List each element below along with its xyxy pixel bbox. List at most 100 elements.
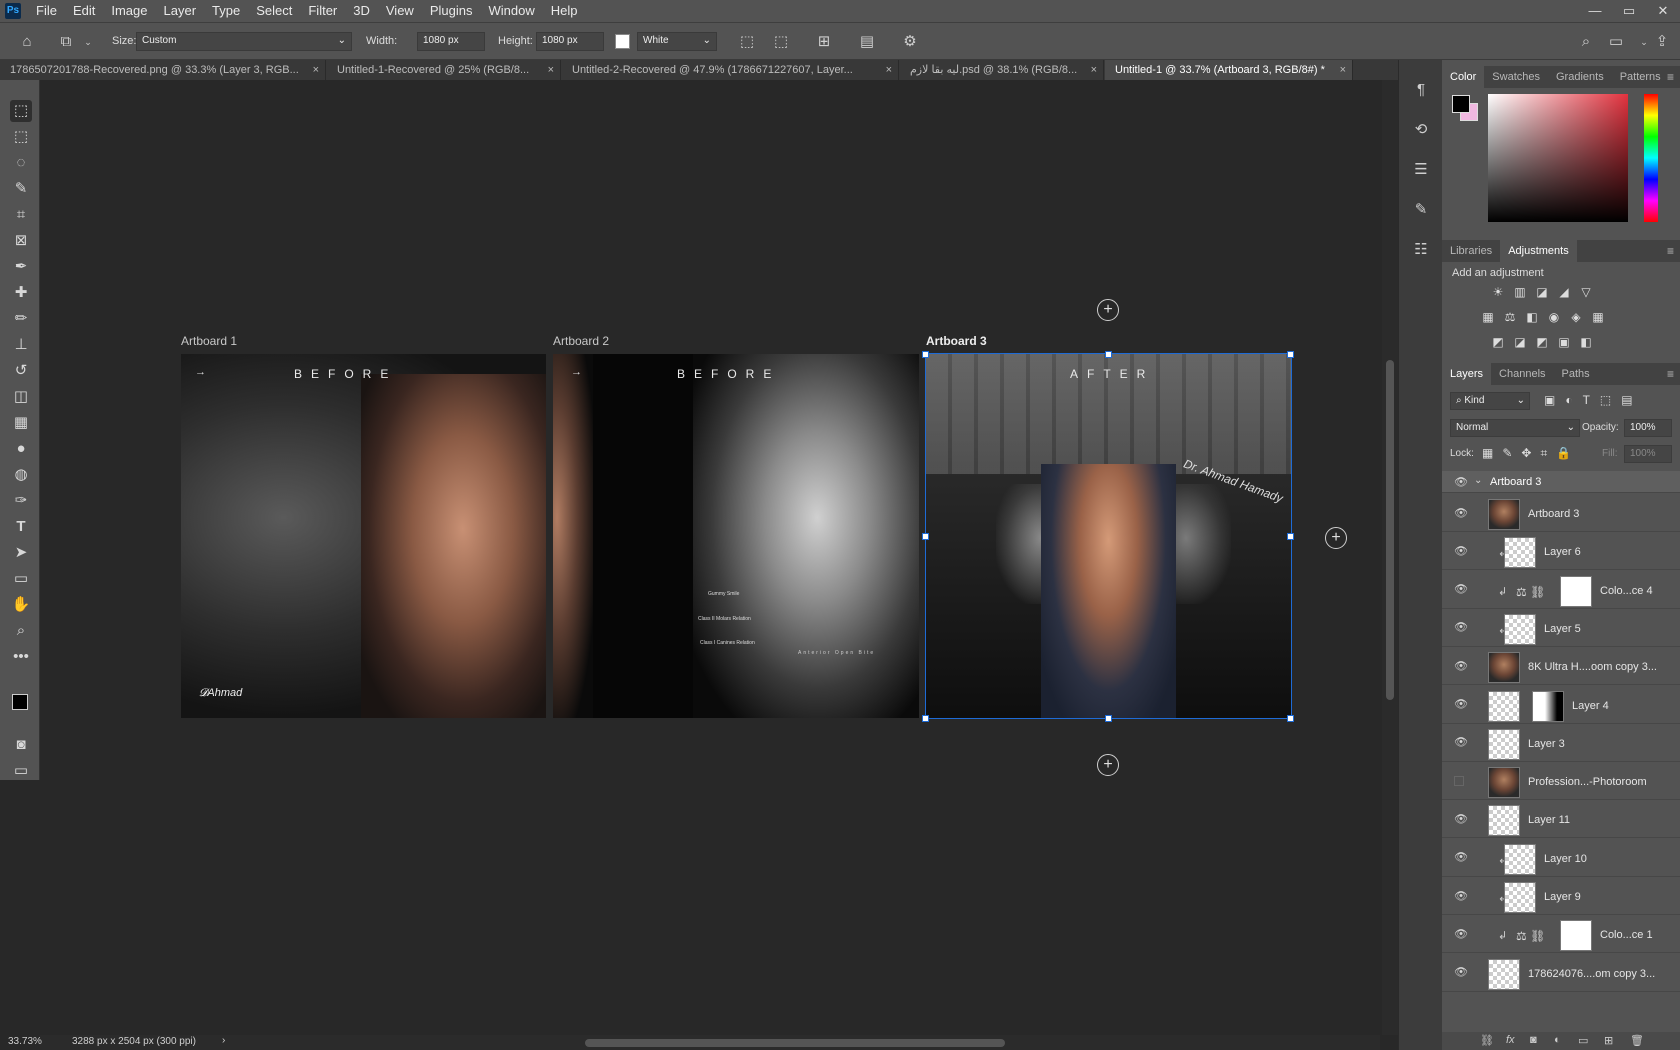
resize-handle[interactable] (1287, 533, 1294, 540)
tab-libraries[interactable]: Libraries (1442, 240, 1500, 262)
resize-handle[interactable] (1105, 715, 1112, 722)
threshold-icon[interactable]: ◩ (1534, 335, 1550, 349)
invert-icon[interactable]: ◩ (1490, 335, 1506, 349)
pen-tool-icon[interactable]: ✑ (10, 490, 32, 512)
adjust-icon[interactable]: ☷ (1411, 240, 1431, 260)
eye-icon[interactable]: 👁 (1454, 812, 1468, 825)
bg-dropdown[interactable]: White ⌄ (637, 32, 717, 51)
layer-row[interactable]: 👁 Layer 11 (1442, 800, 1680, 839)
workspace-icon[interactable]: ▭ (1606, 32, 1626, 52)
path-select-tool-icon[interactable]: ➤ (10, 542, 32, 564)
layer-row[interactable]: 👁 ↲ Layer 6 (1442, 532, 1680, 571)
vertical-scrollbar[interactable] (1382, 80, 1398, 1035)
eye-icon[interactable]: 👁 (1454, 927, 1468, 940)
layer-row[interactable]: 👁 8K Ultra H....oom copy 3... (1442, 647, 1680, 686)
zoom-tool-icon[interactable]: ⌕ (10, 620, 32, 642)
artboard-2[interactable]: → BEFORE Gummy Smile Class II Molars Rel… (553, 354, 919, 718)
panel-menu-icon[interactable]: ≡ (1667, 244, 1674, 258)
lasso-tool-icon[interactable]: ◌ (10, 152, 32, 174)
chevron-down-icon[interactable]: ⌄ (78, 32, 98, 52)
eye-icon[interactable] (1454, 775, 1464, 786)
color-balance-icon[interactable]: ⚖ (1502, 310, 1518, 324)
layer-group-artboard-3[interactable]: 👁 ⌄ Artboard 3 (1442, 471, 1680, 493)
menu-3d[interactable]: 3D (345, 0, 378, 22)
tab-paths[interactable]: Paths (1554, 363, 1598, 385)
restore-icon[interactable]: ▭ (1612, 0, 1646, 22)
chevron-right-icon[interactable]: › (222, 1035, 225, 1046)
artboard-3[interactable]: AFTER Dr. Ahmad Hamady (925, 353, 1292, 719)
close-icon[interactable]: × (313, 60, 319, 80)
layer-mask-thumbnail[interactable] (1532, 690, 1564, 722)
opacity-input[interactable]: 100% (1624, 419, 1672, 437)
artboard-tool-preset-icon[interactable]: ⧉ (56, 32, 76, 52)
menu-window[interactable]: Window (480, 0, 542, 22)
quick-mask-icon[interactable]: ◙ (10, 734, 32, 756)
filter-icons[interactable]: ▣◐T⬚▤ (1544, 393, 1643, 407)
screen-mode-icon[interactable]: ▭ (10, 760, 32, 782)
menu-edit[interactable]: Edit (65, 0, 103, 22)
add-artboard-icon[interactable]: ⊞ (814, 32, 834, 52)
exposure-icon[interactable]: ◢ (1556, 285, 1572, 299)
foreground-color-swatch[interactable] (1452, 95, 1470, 113)
document-tab[interactable]: 1786507201788-Recovered.png @ 33.3% (Lay… (0, 60, 326, 80)
panel-menu-icon[interactable]: ≡ (1667, 367, 1674, 381)
eye-icon[interactable]: 👁 (1454, 621, 1468, 634)
resize-handle[interactable] (922, 533, 929, 540)
marquee-tool-icon[interactable]: ⬚ (10, 126, 32, 148)
layer-row[interactable]: Profession...-Photoroom (1442, 762, 1680, 801)
tab-adjustments[interactable]: Adjustments (1500, 240, 1577, 262)
eye-icon[interactable]: 👁 (1454, 475, 1468, 488)
minimize-icon[interactable]: — (1578, 0, 1612, 22)
eye-icon[interactable]: 👁 (1454, 736, 1468, 749)
close-icon[interactable]: × (1340, 60, 1346, 80)
levels-icon[interactable]: ▥ (1512, 285, 1528, 299)
hue-slider[interactable] (1644, 94, 1658, 222)
layer-row[interactable]: 👁 ↲ ⚖ ⛓ Colo...ce 4 (1442, 571, 1680, 609)
search-icon[interactable]: ⌕ (1576, 32, 1596, 52)
resize-handle[interactable] (1287, 351, 1294, 358)
blend-mode-dropdown[interactable]: Normal ⌄ (1450, 419, 1580, 437)
resize-handle[interactable] (922, 715, 929, 722)
close-icon[interactable]: × (548, 60, 554, 80)
eye-icon[interactable]: 👁 (1454, 851, 1468, 864)
layer-row[interactable]: 👁 ↲ ⚖ ⛓ Colo...ce 1 (1442, 915, 1680, 954)
layer-row[interactable]: 👁 Layer 4 (1442, 686, 1680, 724)
artboard-2-label[interactable]: Artboard 2 (553, 334, 609, 348)
new-layer-icon[interactable]: ⊞ (1604, 1034, 1613, 1047)
color-lookup-icon[interactable]: ▦ (1590, 310, 1606, 324)
eraser-tool-icon[interactable]: ◫ (10, 386, 32, 408)
color-picker-field[interactable] (1488, 94, 1628, 222)
fx-icon[interactable]: fx (1506, 1034, 1515, 1046)
layer-row[interactable]: 👁 178624076....om copy 3... (1442, 954, 1680, 992)
artboard-tool-icon[interactable]: ⬚ (10, 100, 32, 122)
eye-icon[interactable]: 👁 (1454, 889, 1468, 902)
foreground-color-swatch[interactable] (12, 694, 28, 710)
size-dropdown[interactable]: Custom ⌄ (136, 32, 352, 51)
quick-select-tool-icon[interactable]: ✎ (10, 178, 32, 200)
share-icon[interactable]: ⇪ (1652, 32, 1672, 52)
close-icon[interactable]: × (1091, 60, 1097, 80)
eye-icon[interactable]: 👁 (1454, 659, 1468, 672)
brightness-icon[interactable]: ☀ (1490, 285, 1506, 299)
document-tab[interactable]: Untitled-2-Recovered @ 47.9% (1786671227… (562, 60, 899, 80)
chevron-down-icon[interactable]: ⌄ (1474, 475, 1482, 486)
frame-tool-icon[interactable]: ⊠ (10, 230, 32, 252)
gear-icon[interactable]: ⚙ (900, 32, 920, 52)
photo-filter-icon[interactable]: ◉ (1546, 310, 1562, 324)
brush-tool-icon[interactable]: ✏ (10, 308, 32, 330)
add-artboard-bottom-icon[interactable]: + (1097, 754, 1119, 776)
align-icon[interactable]: ▤ (857, 32, 877, 52)
menu-type[interactable]: Type (204, 0, 248, 22)
eye-icon[interactable]: 👁 (1454, 966, 1468, 979)
tab-gradients[interactable]: Gradients (1548, 66, 1612, 88)
layer-row[interactable]: 👁 Layer 3 (1442, 724, 1680, 762)
add-artboard-right-icon[interactable]: + (1325, 527, 1347, 549)
brush-settings-icon[interactable]: ✎ (1411, 200, 1431, 220)
history-brush-tool-icon[interactable]: ↺ (10, 360, 32, 382)
eyedropper-tool-icon[interactable]: ✒ (10, 256, 32, 278)
layer-row[interactable]: 👁 ↲ Layer 10 (1442, 839, 1680, 877)
artboard-3-label[interactable]: Artboard 3 (926, 334, 987, 348)
chevron-down-icon[interactable]: ⌄ (1634, 32, 1654, 52)
resize-handle[interactable] (1105, 351, 1112, 358)
lock-icons[interactable]: ▦✎✥⌗🔒 (1482, 446, 1580, 461)
